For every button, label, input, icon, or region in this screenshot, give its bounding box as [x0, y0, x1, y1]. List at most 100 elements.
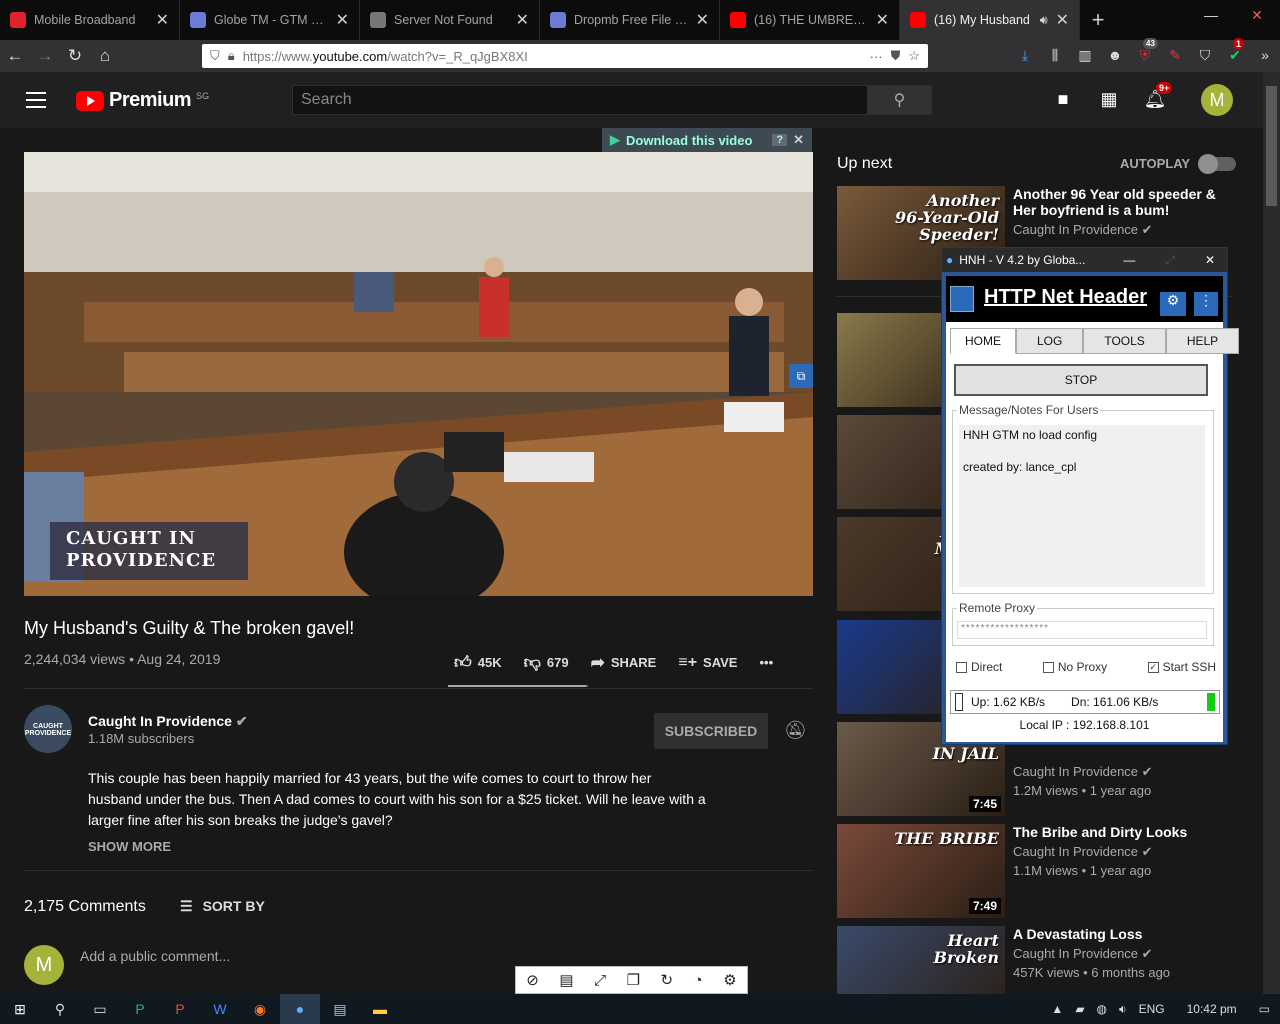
direct-checkbox[interactable]: Direct — [956, 660, 1002, 674]
download-close-button[interactable]: ✕ — [793, 132, 804, 148]
tab-close-icon[interactable]: ✕ — [336, 10, 349, 30]
channel-avatar[interactable]: CAUGHT PROVIDENCE — [24, 705, 72, 753]
recommendation-channel[interactable]: Caught In Providence ✔ — [1013, 222, 1243, 238]
new-tab-button[interactable]: + — [1080, 0, 1116, 40]
pocket-icon[interactable]: ⛊ — [891, 48, 901, 64]
copy-icon[interactable]: ❐ — [627, 971, 640, 989]
home-button[interactable]: ⌂ — [90, 46, 120, 66]
browser-tab[interactable]: Mobile Broadband ✕ — [0, 0, 180, 40]
settings-gear-icon[interactable]: ⚙ — [723, 971, 736, 989]
expand-icon[interactable]: ⤢ — [594, 972, 606, 989]
apps-grid-icon[interactable]: ▦ — [1098, 88, 1120, 110]
recommendation-channel[interactable]: Caught In Providence ✔ — [1013, 764, 1243, 780]
word-icon[interactable]: W — [200, 994, 240, 1024]
recommendation-title[interactable]: Another 96 Year old speeder & Her boyfri… — [1013, 186, 1243, 218]
no-proxy-checkbox[interactable]: No Proxy — [1042, 660, 1107, 674]
notepad-icon[interactable]: ▤ — [320, 994, 360, 1024]
save-button[interactable]: ≡+ SAVE — [678, 654, 737, 672]
miniplayer-icon[interactable]: ⧉ — [789, 364, 813, 388]
tab-close-icon[interactable]: ✕ — [696, 10, 709, 30]
task-view-icon[interactable]: ▭ — [80, 994, 120, 1024]
firefox-icon[interactable]: ◉ — [240, 994, 280, 1024]
folder-sync-icon[interactable]: ▰ — [1075, 1002, 1084, 1016]
browser-tab[interactable]: Server Not Found ✕ — [360, 0, 540, 40]
search-button[interactable]: ⚲ — [867, 85, 932, 115]
film-icon[interactable]: ▤ — [559, 971, 573, 989]
bookmark-star-icon[interactable]: ☆ — [908, 48, 920, 64]
start-ssh-checkbox[interactable]: ✓ Start SSH — [1147, 660, 1216, 674]
download-help-button[interactable]: ? — [772, 134, 788, 146]
browser-tab[interactable]: Dropmb Free File Host ✕ — [540, 0, 720, 40]
powerpoint-icon[interactable]: P — [160, 994, 200, 1024]
speed-gauge-icon[interactable]: ◔ — [694, 972, 703, 989]
dislike-button[interactable]: 👎︎ 679 — [524, 652, 569, 673]
browser-tab[interactable]: Globe TM - GTM NO L ✕ — [180, 0, 360, 40]
like-button[interactable]: 👍︎ 45K — [454, 652, 502, 673]
hnh-taskbar-icon[interactable]: ● — [280, 994, 320, 1024]
recommendation-info[interactable]: The Bribe and Dirty Looks Caught In Provi… — [1013, 824, 1243, 878]
browser-tab[interactable]: (16) THE UMBRELLA A ✕ — [720, 0, 900, 40]
address-bar[interactable]: ⛉ 🔒︎ https://www.youtube.com/watch?v=_R_… — [202, 44, 928, 68]
guide-menu-icon[interactable] — [26, 92, 46, 108]
extension-red-icon[interactable]: ✎ — [1165, 44, 1185, 66]
hnh-tab-tools[interactable]: TOOLS — [1083, 328, 1166, 354]
tab-close-icon[interactable]: ✕ — [516, 10, 529, 30]
account-avatar[interactable]: M — [1201, 84, 1233, 116]
hnh-title-bar[interactable]: ● HNH - V 4.2 by Globa... — ⤢ ✕ — [942, 248, 1227, 272]
file-explorer-icon[interactable]: ▬ — [360, 994, 400, 1024]
notification-off-icon[interactable]: 🔕︎ — [784, 720, 807, 741]
share-button[interactable]: ➦ SHARE — [591, 653, 657, 673]
recommendation-channel[interactable]: Caught In Providence ✔ — [1013, 844, 1243, 860]
library-icon[interactable]: ⫼ — [1045, 44, 1065, 66]
extension-green-icon[interactable]: ✔ 1 — [1225, 38, 1245, 66]
search-input[interactable]: Search — [292, 85, 868, 115]
sort-by-button[interactable]: ☰ SORT BY — [180, 898, 265, 915]
ublock-icon[interactable]: ⛨ 43 — [1135, 38, 1158, 66]
hnh-tab-log[interactable]: LOG — [1016, 328, 1084, 354]
page-scrollbar[interactable] — [1263, 72, 1280, 994]
recommendation-info[interactable]: A Devastating Loss Caught In Providence ✔… — [1013, 926, 1243, 980]
hnh-tab-help[interactable]: HELP — [1165, 328, 1240, 354]
more-actions-button[interactable]: ••• — [759, 655, 773, 670]
refresh-icon[interactable]: ↻ — [661, 971, 674, 989]
overflow-menu-icon[interactable]: » — [1255, 44, 1275, 66]
recommendation-info[interactable]: Caught In Providence ✔ 1.2M views • 1 yea… — [1013, 760, 1243, 798]
sidebar-icon[interactable]: ▥ — [1075, 44, 1095, 66]
notifications-bell-icon[interactable]: 🔔︎ 9+ — [1144, 82, 1173, 110]
autoplay-toggle[interactable]: AUTOPLAY — [1120, 153, 1237, 174]
hnh-tab-home[interactable]: HOME — [950, 328, 1016, 354]
youtube-premium-logo[interactable]: Premium SG — [76, 89, 209, 112]
page-actions-icon[interactable]: ··· — [870, 49, 883, 64]
search-icon[interactable]: ⚲ — [40, 994, 80, 1024]
language-indicator[interactable]: ENG — [1139, 1002, 1165, 1016]
tab-close-icon[interactable]: ✕ — [876, 10, 889, 30]
speaker-icon[interactable]: 🔊︎ — [1040, 13, 1048, 28]
download-icon[interactable]: ⤓ — [1015, 44, 1035, 66]
hnh-menu-icon[interactable] — [950, 286, 974, 312]
network-icon[interactable]: ◍ — [1097, 1002, 1107, 1016]
minimize-icon[interactable]: — — [1188, 0, 1234, 30]
hnh-close-icon[interactable]: ✕ — [1205, 253, 1215, 268]
action-center-icon[interactable]: ▭ — [1259, 1002, 1270, 1016]
show-more-button[interactable]: SHOW MORE — [88, 839, 171, 854]
recommendation-title[interactable]: The Bribe and Dirty Looks — [1013, 824, 1243, 840]
volume-icon[interactable]: 🔉︎ — [1119, 1002, 1127, 1017]
privacy-badger-icon[interactable]: ⛉ — [1195, 44, 1215, 66]
forward-button[interactable]: → — [30, 46, 60, 66]
tab-close-icon[interactable]: ✕ — [1056, 10, 1069, 30]
publisher-icon[interactable]: P — [120, 994, 160, 1024]
tab-close-icon[interactable]: ✕ — [156, 10, 169, 30]
block-icon[interactable]: ⊘ — [526, 971, 539, 989]
channel-name[interactable]: Caught In Providence ✔ — [88, 713, 248, 730]
hnh-more-icon[interactable]: ⋮ — [1194, 292, 1218, 316]
create-video-icon[interactable]: ■ — [1052, 88, 1074, 110]
back-button[interactable]: ← — [0, 46, 30, 66]
clock[interactable]: 10:42 pm — [1187, 1002, 1237, 1016]
autoplay-switch[interactable] — [1198, 153, 1237, 174]
tray-overflow-icon[interactable]: ▲ — [1051, 1002, 1063, 1016]
browser-tab[interactable]: (16) My Husband 🔊︎ ✕ — [900, 0, 1080, 40]
hnh-proxy-field[interactable]: ****************** — [957, 621, 1207, 639]
recommendation-thumbnail[interactable]: THE BRIBE 7:49 — [837, 824, 1005, 918]
add-comment-input[interactable]: Add a public comment... — [80, 948, 230, 964]
subscribed-button[interactable]: SUBSCRIBED — [654, 713, 768, 749]
